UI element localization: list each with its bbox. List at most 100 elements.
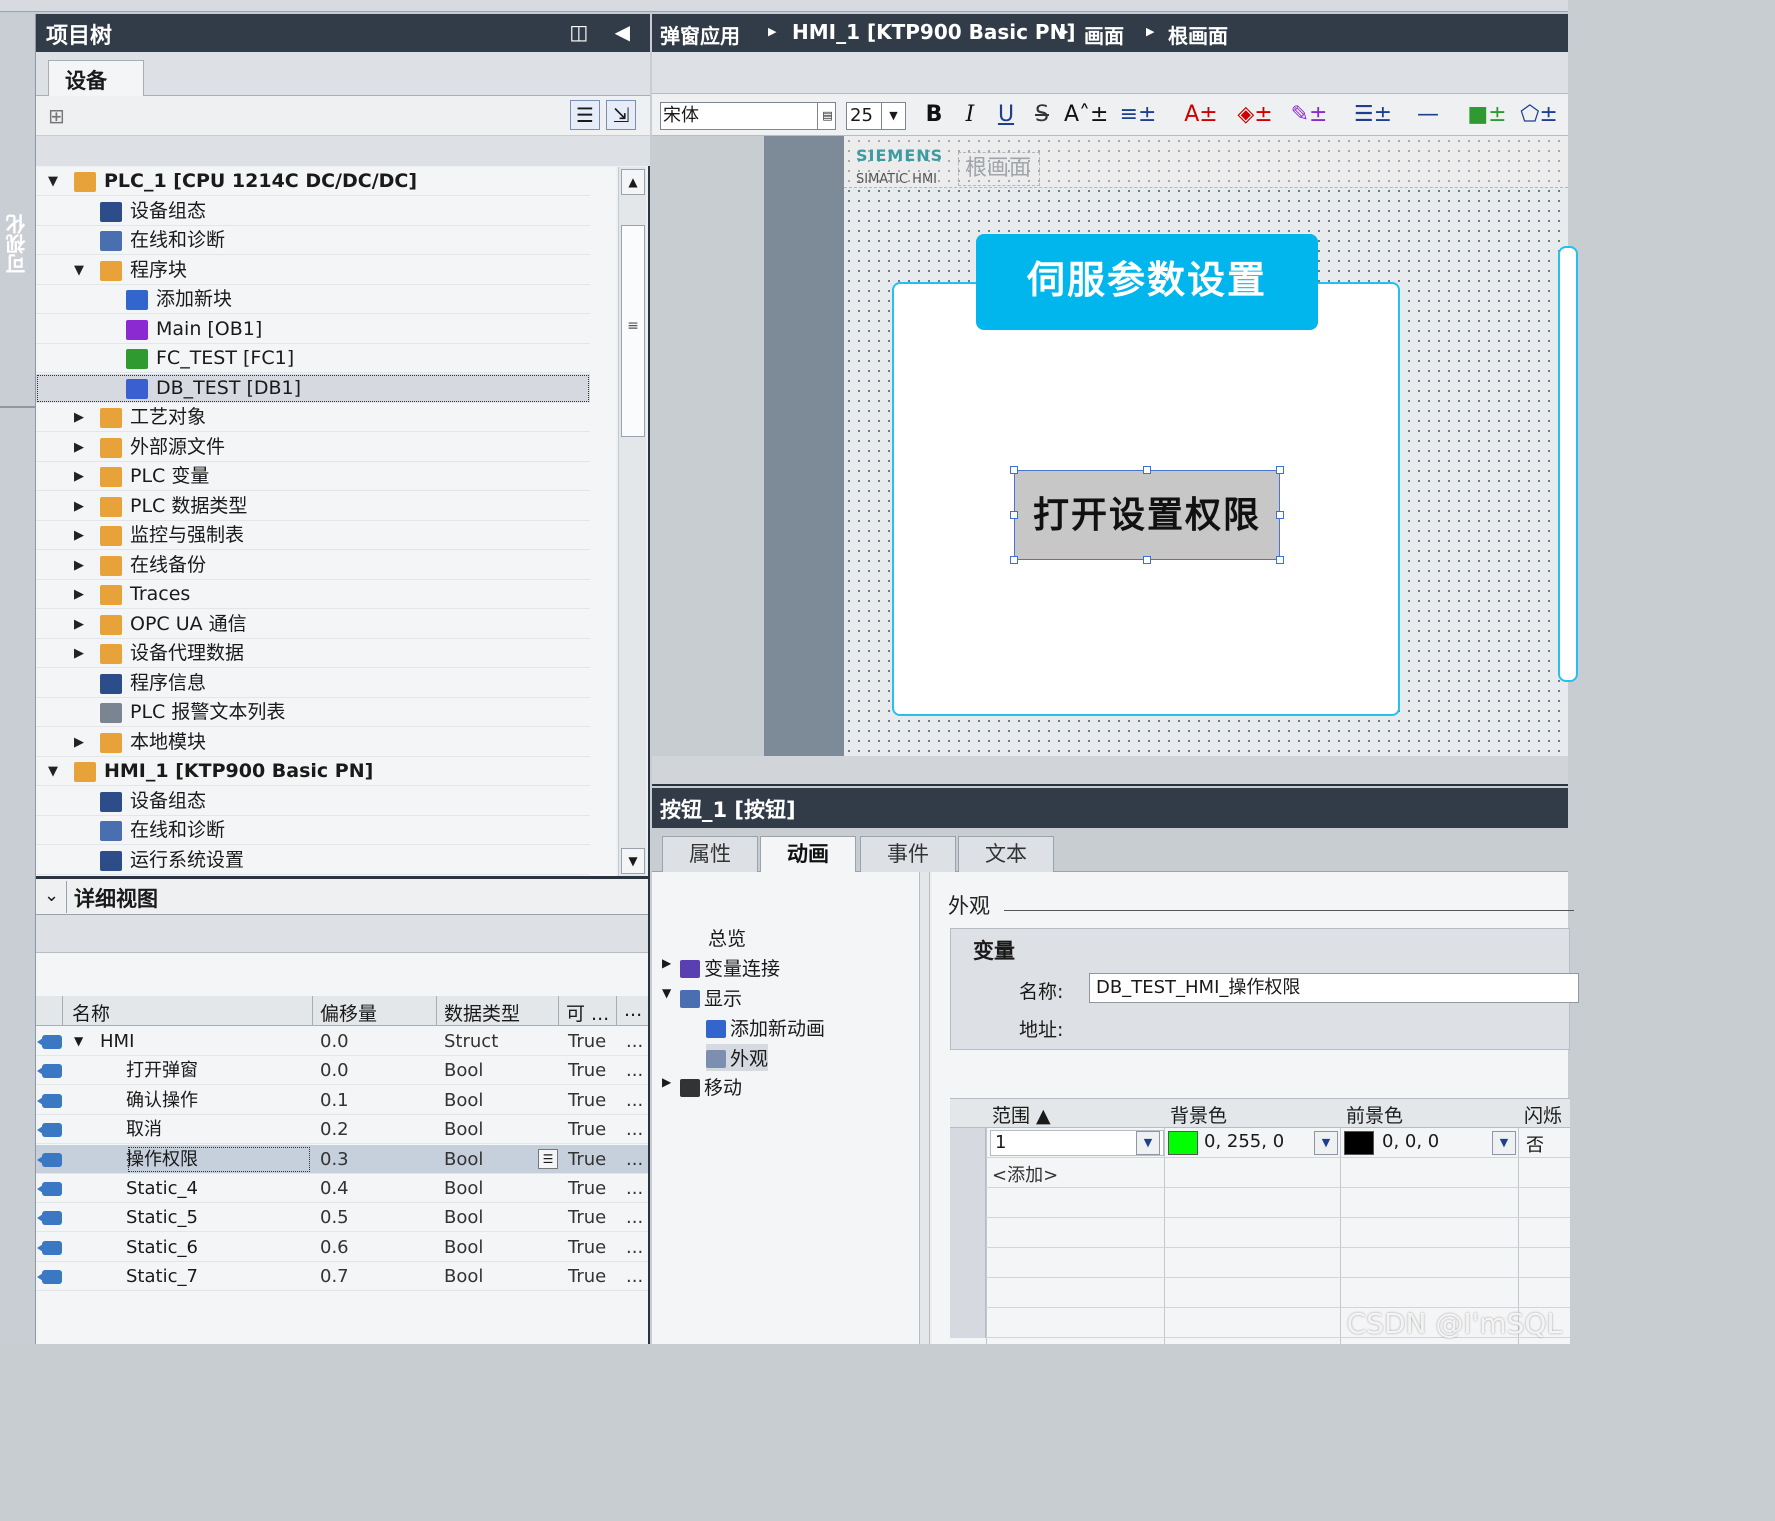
- folder-tree-icon[interactable]: ⊞: [48, 104, 65, 128]
- shadow-button[interactable]: ■±: [1466, 100, 1508, 130]
- tree-item-add-new-block[interactable]: 添加新块: [36, 285, 590, 314]
- breadcrumb-device[interactable]: HMI_1 [KTP900 Basic PN]: [792, 20, 1075, 44]
- collapse-panel-icon[interactable]: ◫ ◀: [569, 20, 640, 44]
- detail-table-row[interactable]: Static_6 0.6 Bool True...: [36, 1233, 648, 1262]
- tree-item-technology-objects[interactable]: ▶ 工艺对象: [36, 403, 590, 432]
- cell-more[interactable]: ...: [626, 1233, 643, 1262]
- font-size-up-button[interactable]: A˄±: [1064, 100, 1108, 130]
- strikethrough-button[interactable]: S: [1030, 100, 1054, 130]
- cell-more[interactable]: ...: [626, 1174, 643, 1203]
- expand-down-icon[interactable]: ▼: [662, 986, 671, 1000]
- expand-down-icon[interactable]: ▼: [74, 256, 92, 285]
- cell-offset[interactable]: 0.6: [320, 1233, 349, 1262]
- resize-handle[interactable]: [1276, 511, 1284, 519]
- cell-access[interactable]: True: [568, 1262, 606, 1291]
- cell-type[interactable]: Struct: [444, 1027, 498, 1056]
- tree-item-traces[interactable]: ▶ Traces: [36, 580, 590, 609]
- resize-handle[interactable]: [1010, 511, 1018, 519]
- tree-item-online-diag[interactable]: 在线和诊断: [36, 226, 590, 255]
- tab-texts[interactable]: 文本: [958, 836, 1054, 872]
- nav-tag-connections[interactable]: ▶ 变量连接: [662, 954, 780, 981]
- fg-color-swatch[interactable]: [1344, 1131, 1374, 1155]
- cell-more[interactable]: ...: [626, 1086, 643, 1115]
- detail-table-row[interactable]: 打开弹窗 0.0 Bool True...: [36, 1056, 648, 1086]
- cell-offset[interactable]: 0.0: [320, 1027, 349, 1056]
- scroll-thumb[interactable]: ≡: [621, 225, 645, 437]
- cell-access[interactable]: True: [568, 1027, 606, 1056]
- expand-down-icon[interactable]: ▼: [74, 1027, 83, 1056]
- table-export-icon[interactable]: ⇲: [606, 100, 636, 130]
- scroll-down-icon[interactable]: ▼: [621, 848, 645, 874]
- list-view-icon[interactable]: ☰: [570, 100, 600, 130]
- detail-table-row[interactable]: 确认操作 0.1 Bool True...: [36, 1086, 648, 1115]
- font-dropdown-icon[interactable]: ▤: [817, 103, 837, 129]
- cell-name[interactable]: 打开弹窗: [126, 1056, 312, 1085]
- tab-animations[interactable]: 动画: [760, 836, 856, 873]
- cell-access[interactable]: True: [568, 1145, 606, 1174]
- expand-right-icon[interactable]: ▶: [74, 462, 92, 491]
- resize-handle[interactable]: [1010, 466, 1018, 474]
- col-offset[interactable]: 偏移量: [320, 999, 377, 1026]
- cell-more[interactable]: ...: [626, 1262, 643, 1291]
- bg-color-swatch[interactable]: [1168, 1131, 1198, 1155]
- cell-type[interactable]: Bool: [444, 1203, 483, 1232]
- tree-item-plc-datatypes[interactable]: ▶ PLC 数据类型: [36, 492, 590, 521]
- resize-handle[interactable]: [1276, 466, 1284, 474]
- font-size-select[interactable]: 25 ▼: [846, 102, 906, 130]
- cell-type[interactable]: Bool: [444, 1056, 483, 1085]
- col-more[interactable]: ...: [624, 999, 642, 1021]
- cell-access[interactable]: True: [568, 1203, 606, 1232]
- cell-offset[interactable]: 0.1: [320, 1086, 349, 1115]
- detail-table-row[interactable]: 取消 0.2 Bool True...: [36, 1115, 648, 1145]
- expand-right-icon[interactable]: ▶: [74, 610, 92, 639]
- nav-movements[interactable]: ▶ 移动: [662, 1073, 742, 1100]
- cell-type[interactable]: Bool: [444, 1262, 483, 1291]
- detail-table-row[interactable]: 操作权限 0.3 Bool True... ☰: [36, 1144, 648, 1174]
- cell-offset[interactable]: 0.7: [320, 1262, 349, 1291]
- cell-name[interactable]: Static_5: [126, 1203, 312, 1232]
- tree-item-online-backups[interactable]: ▶ 在线备份: [36, 551, 590, 580]
- col-name[interactable]: 名称: [72, 999, 110, 1026]
- cell-type[interactable]: Bool: [444, 1233, 483, 1262]
- tree-item-external-sources[interactable]: ▶ 外部源文件: [36, 433, 590, 462]
- expand-right-icon[interactable]: ▶: [74, 492, 92, 521]
- cell-more[interactable]: ...: [626, 1027, 643, 1056]
- cell-name[interactable]: 确认操作: [126, 1086, 312, 1115]
- popup-window-frame-2[interactable]: [1558, 246, 1578, 682]
- cell-name[interactable]: 操作权限: [126, 1145, 312, 1174]
- bg-color-dropdown-icon[interactable]: ▼: [1314, 1131, 1338, 1155]
- nav-display[interactable]: ▼ 显示: [662, 984, 742, 1011]
- cell-type[interactable]: Bool: [444, 1086, 483, 1115]
- col-accessible[interactable]: 可 ...: [566, 999, 609, 1026]
- tree-item-device-config[interactable]: 设备组态: [36, 197, 590, 226]
- tab-devices[interactable]: 设备: [48, 60, 144, 96]
- cell-access[interactable]: True: [568, 1174, 606, 1203]
- tree-item-device-proxy[interactable]: ▶ 设备代理数据: [36, 639, 590, 668]
- text-color-button[interactable]: A±: [1180, 100, 1222, 130]
- col-datatype[interactable]: 数据类型: [444, 999, 520, 1026]
- detail-table-row[interactable]: Static_7 0.7 Bool True...: [36, 1262, 648, 1292]
- fill-color-button[interactable]: ◈±: [1234, 100, 1276, 130]
- cell-type[interactable]: Bool: [444, 1145, 483, 1174]
- cell-more[interactable]: ...: [626, 1115, 643, 1144]
- shape-button[interactable]: ⬠±: [1518, 100, 1560, 130]
- expand-right-icon[interactable]: ▶: [74, 639, 92, 668]
- tree-item-plc-1[interactable]: ▼ PLC_1 [CPU 1214C DC/DC/DC]: [36, 167, 590, 196]
- tree-item-plc-tags[interactable]: ▶ PLC 变量: [36, 462, 590, 491]
- cell-access[interactable]: True: [568, 1056, 606, 1085]
- popup-title-bar[interactable]: 伺服参数设置: [976, 234, 1318, 330]
- flash-value[interactable]: 否: [1526, 1131, 1544, 1157]
- cell-offset[interactable]: 0.5: [320, 1203, 349, 1232]
- expand-right-icon[interactable]: ▶: [74, 551, 92, 580]
- cell-more[interactable]: ...: [626, 1145, 643, 1174]
- tree-item-main-ob1[interactable]: Main [OB1]: [36, 315, 590, 344]
- resize-handle[interactable]: [1143, 556, 1151, 564]
- expand-right-icon[interactable]: ▶: [662, 1075, 671, 1089]
- fg-color-dropdown-icon[interactable]: ▼: [1492, 1131, 1516, 1155]
- cell-type[interactable]: Bool: [444, 1115, 483, 1144]
- expand-right-icon[interactable]: ▶: [74, 403, 92, 432]
- bold-button[interactable]: B: [922, 100, 946, 130]
- nav-overview[interactable]: 总览: [708, 924, 746, 951]
- expand-right-icon[interactable]: ▶: [74, 728, 92, 757]
- line-width-button[interactable]: —±: [1408, 100, 1448, 157]
